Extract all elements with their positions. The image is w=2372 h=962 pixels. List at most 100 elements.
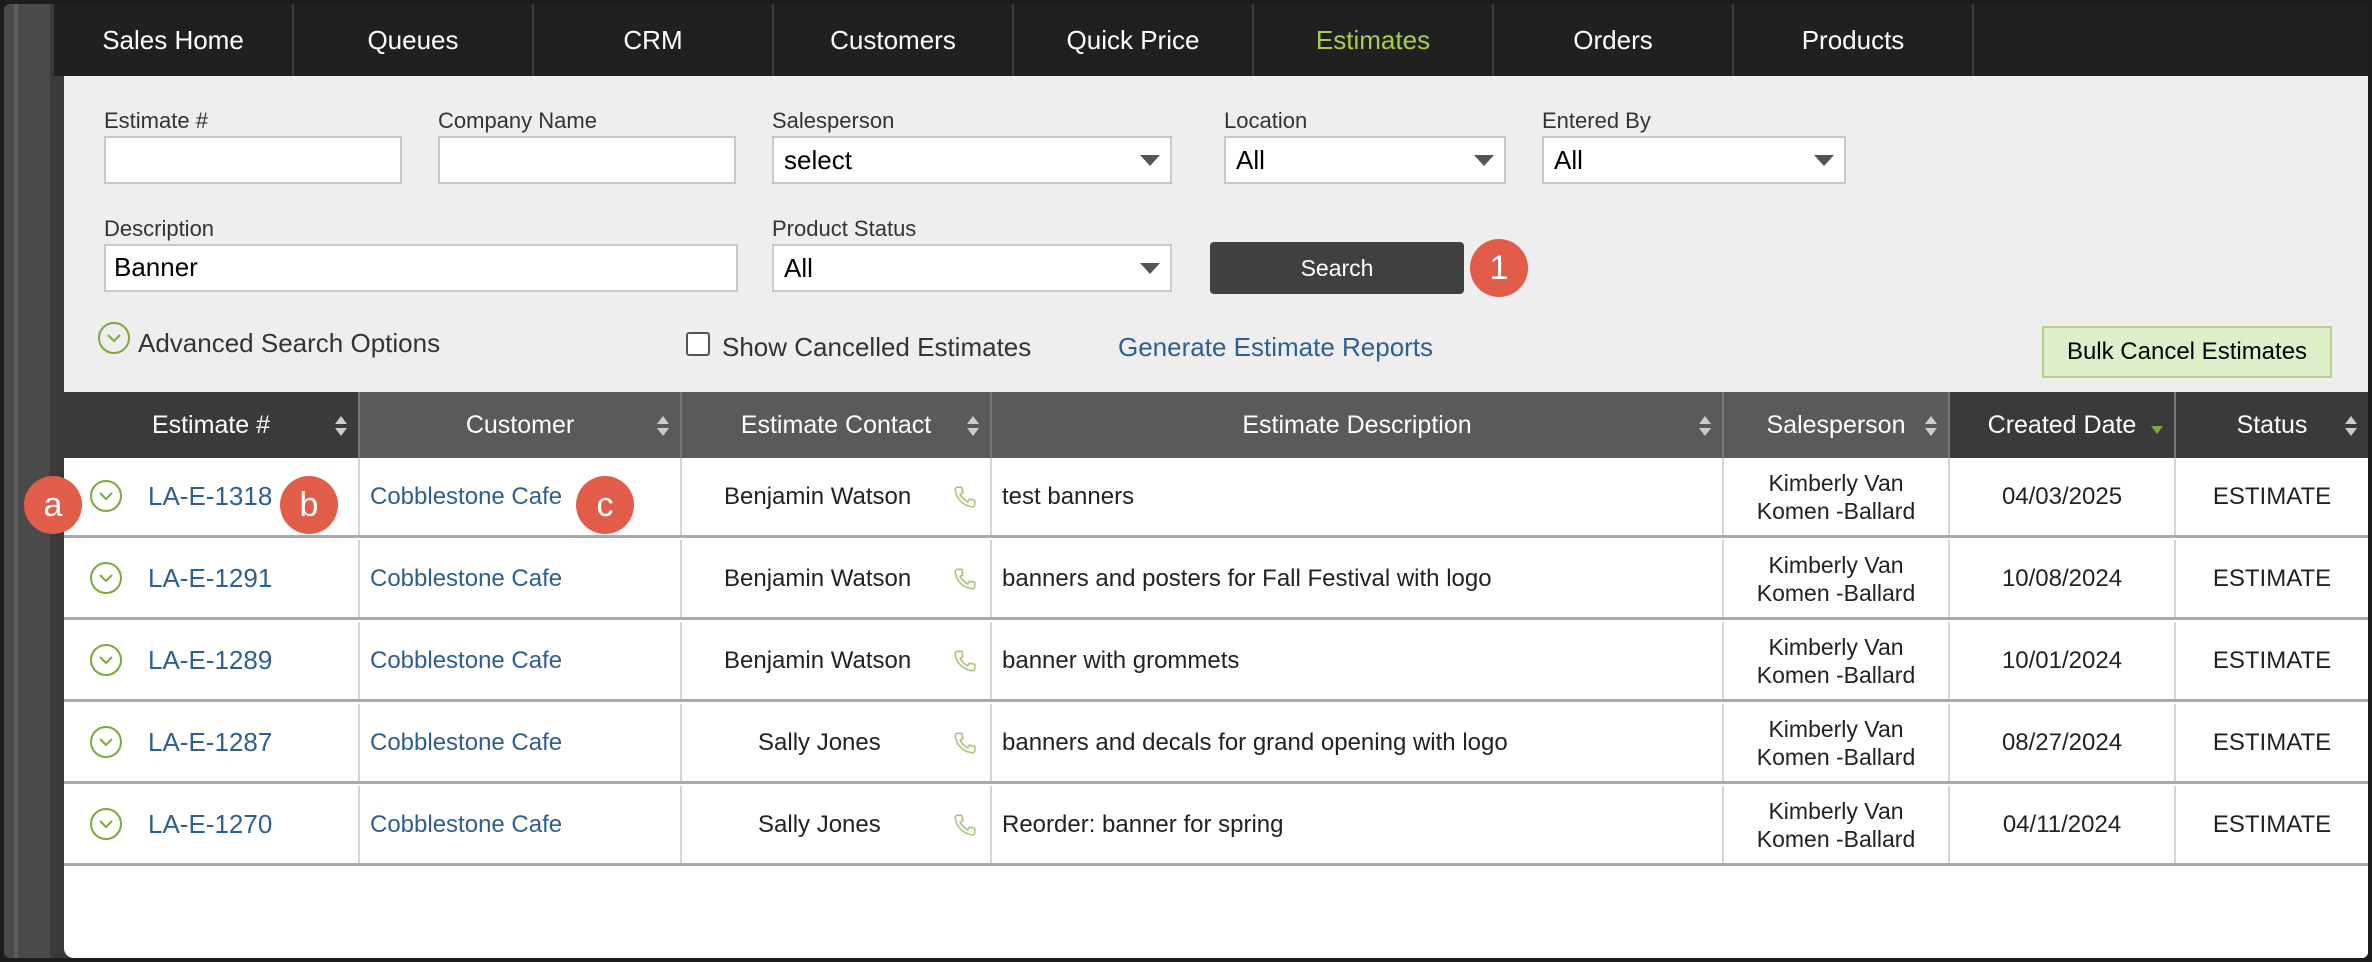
phone-icon[interactable] <box>952 484 978 517</box>
customer-link[interactable]: Cobblestone Cafe <box>370 483 562 511</box>
column-header-estimate-contact[interactable]: Estimate Contact <box>682 392 992 458</box>
estimate-cell: LA-E-1270 <box>64 786 360 863</box>
status-text: ESTIMATE <box>2212 482 2332 510</box>
chevron-down-icon <box>1140 262 1160 274</box>
expand-row-icon[interactable] <box>90 726 122 758</box>
estimate-number-input[interactable] <box>104 136 402 184</box>
column-header-customer[interactable]: Customer <box>360 392 682 458</box>
location-select[interactable]: All <box>1224 136 1506 184</box>
description-cell: banner with grommets <box>992 622 1724 699</box>
salesperson-name-line1: Kimberly Van <box>1768 715 1904 742</box>
tab-estimates[interactable]: Estimates <box>1254 4 1494 76</box>
column-header-label: Estimate Contact <box>740 410 932 439</box>
contact-cell: Benjamin Watson <box>682 458 992 535</box>
status-cell: ESTIMATE <box>2176 786 2368 863</box>
estimate-description: banners and posters for Fall Festival wi… <box>1002 564 1492 592</box>
created-date: 10/01/2024 <box>2001 646 2123 674</box>
customer-link[interactable]: Cobblestone Cafe <box>370 811 562 839</box>
estimate-link[interactable]: LA-E-1291 <box>148 563 272 594</box>
customer-cell: Cobblestone Cafe <box>360 622 682 699</box>
created-date-cell: 10/08/2024 <box>1950 540 2176 617</box>
estimates-table: Estimate # Customer Estimate Contact Est… <box>64 392 2368 958</box>
status-text: ESTIMATE <box>2212 646 2332 674</box>
entered-by-select[interactable]: All <box>1542 136 1846 184</box>
customer-link[interactable]: Cobblestone Cafe <box>370 565 562 593</box>
estimate-description: test banners <box>1002 482 1135 510</box>
expand-row-icon[interactable] <box>90 644 122 676</box>
estimate-cell: LA-E-1291 <box>64 540 360 617</box>
tab-queues[interactable]: Queues <box>294 4 534 76</box>
contact-name: Benjamin Watson <box>724 646 912 674</box>
expand-row-icon[interactable] <box>90 808 122 840</box>
contact-cell: Sally Jones <box>682 786 992 863</box>
column-header-estimate[interactable]: Estimate # <box>64 392 360 458</box>
annotation-badge-1: 1 <box>1470 239 1528 297</box>
tab-sales-home[interactable]: Sales Home <box>54 4 294 76</box>
top-navigation: Sales Home Queues CRM Customers Quick Pr… <box>54 4 2368 76</box>
estimate-link[interactable]: LA-E-1289 <box>148 645 272 676</box>
tab-crm[interactable]: CRM <box>534 4 774 76</box>
status-text: ESTIMATE <box>2212 728 2332 756</box>
customer-link[interactable]: Cobblestone Cafe <box>370 729 562 757</box>
show-cancelled-checkbox[interactable] <box>686 332 710 356</box>
column-header-estimate-description[interactable]: Estimate Description <box>992 392 1724 458</box>
created-date: 04/03/2025 <box>2001 482 2123 510</box>
phone-icon[interactable] <box>952 648 978 681</box>
tab-quick-price[interactable]: Quick Price <box>1014 4 1254 76</box>
created-date: 04/11/2024 <box>2002 810 2122 838</box>
estimate-cell: LA-E-1287 <box>64 704 360 781</box>
advanced-search-options[interactable]: Advanced Search Options <box>138 328 440 359</box>
phone-icon[interactable] <box>952 566 978 599</box>
estimate-description: banners and decals for grand opening wit… <box>1002 728 1508 756</box>
created-date: 10/08/2024 <box>2001 564 2123 592</box>
contact-name: Sally Jones <box>758 728 881 756</box>
salesperson-name-line2: Komen -Ballard <box>1756 743 1916 770</box>
bulk-cancel-estimates-button[interactable]: Bulk Cancel Estimates <box>2042 326 2332 378</box>
description-cell: banners and posters for Fall Festival wi… <box>992 540 1724 617</box>
chevron-down-icon <box>1140 154 1160 166</box>
sort-icon <box>1924 414 1938 438</box>
salesperson-label: Salesperson <box>772 108 895 133</box>
description-input[interactable]: Banner <box>104 244 738 292</box>
expand-row-icon[interactable] <box>90 562 122 594</box>
column-header-label: Status <box>2236 410 2308 439</box>
generate-estimate-reports-link[interactable]: Generate Estimate Reports <box>1118 332 1433 363</box>
salesperson-cell: Kimberly Van Komen -Ballard <box>1724 458 1950 535</box>
product-status-label: Product Status <box>772 216 917 241</box>
contact-cell: Sally Jones <box>682 704 992 781</box>
column-header-created-date[interactable]: Created Date <box>1950 392 2176 458</box>
estimate-link[interactable]: LA-E-1318 <box>148 481 272 512</box>
entered-by-selected: All <box>1554 144 1583 175</box>
company-name-label: Company Name <box>438 108 597 133</box>
tab-orders[interactable]: Orders <box>1494 4 1734 76</box>
chevron-down-icon <box>1474 154 1494 166</box>
table-header: Estimate # Customer Estimate Contact Est… <box>64 392 2368 458</box>
phone-icon[interactable] <box>952 730 978 763</box>
customer-link[interactable]: Cobblestone Cafe <box>370 647 562 675</box>
table-row: LA-E-1287 Cobblestone Cafe Sally Jones b… <box>64 704 2368 784</box>
tab-products[interactable]: Products <box>1734 4 1974 76</box>
salesperson-name-line2: Komen -Ballard <box>1756 579 1916 606</box>
location-selected: All <box>1236 144 1265 175</box>
status-cell: ESTIMATE <box>2176 704 2368 781</box>
column-header-status[interactable]: Status <box>2176 392 2368 458</box>
salesperson-select[interactable]: select <box>772 136 1172 184</box>
expand-row-icon[interactable] <box>90 480 122 512</box>
column-header-label: Created Date <box>1987 410 2137 439</box>
advanced-search-toggle-icon[interactable] <box>98 322 130 354</box>
column-header-label: Estimate Description <box>1242 410 1472 439</box>
salesperson-selected: select <box>784 144 852 175</box>
tab-customers[interactable]: Customers <box>774 4 1014 76</box>
product-status-select[interactable]: All <box>772 244 1172 292</box>
sort-icon <box>1698 414 1712 438</box>
search-button[interactable]: Search <box>1210 242 1464 294</box>
created-date: 08/27/2024 <box>2001 728 2123 756</box>
phone-icon[interactable] <box>952 812 978 845</box>
estimate-link[interactable]: LA-E-1270 <box>148 809 272 840</box>
estimate-link[interactable]: LA-E-1287 <box>148 727 272 758</box>
status-text: ESTIMATE <box>2212 810 2332 838</box>
description-cell: Reorder: banner for spring <box>992 786 1724 863</box>
column-header-salesperson[interactable]: Salesperson <box>1724 392 1950 458</box>
company-name-input[interactable] <box>438 136 736 184</box>
sort-icon <box>334 414 348 438</box>
